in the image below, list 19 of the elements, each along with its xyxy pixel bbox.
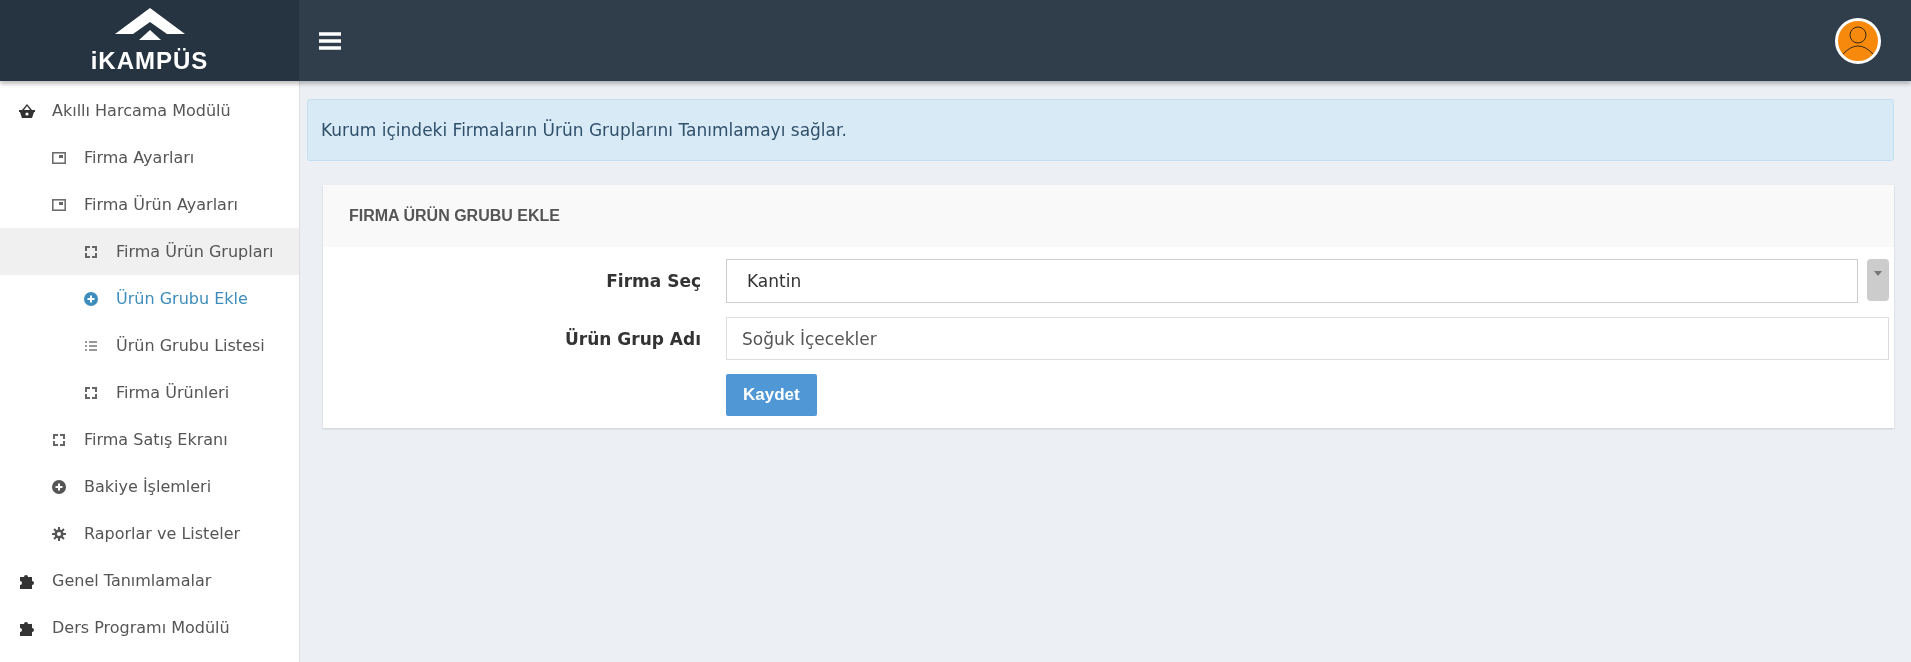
sidebar-item[interactable]: Akıllı Harcama Modülü [0, 87, 299, 134]
sidebar-item[interactable]: Ürün Grubu Ekle [0, 275, 299, 322]
info-alert: Kurum içindeki Firmaların Ürün Gruplarını Tanımlamayı sağlar. [307, 99, 1894, 161]
sidebar-item[interactable]: Firma Ürün Ayarları [0, 181, 299, 228]
sidebar-item[interactable]: Genel Tanımlamalar [0, 557, 299, 604]
sidebar-item[interactable]: Ürün Grubu Listesi [0, 322, 299, 369]
card-title: FIRMA ÜRÜN GRUBU EKLE [323, 185, 1894, 247]
field-label: Firma Seç [605, 271, 702, 291]
sidebar-item[interactable]: Firma Satış Ekranı [0, 416, 299, 463]
input-field[interactable]: Soğuk İçecekler [726, 317, 1889, 360]
sidebar-item[interactable]: Raporlar ve Listeler [0, 510, 299, 557]
sidebar-item[interactable]: Firma Ürün Grupları [0, 228, 299, 275]
sidebar-item[interactable]: Firma Ayarları [0, 134, 299, 181]
sidebar-item[interactable]: Firma Ürünleri [0, 369, 299, 416]
logo-text: iKAMPÜS [90, 47, 209, 74]
field-label: Ürün Grup Adı [564, 328, 702, 349]
sidebar-item[interactable]: Ders Programı Modülü [0, 604, 299, 651]
sidebar-item[interactable]: Bakiye İşlemleri [0, 463, 299, 510]
select-field[interactable]: Kantin [726, 259, 1858, 303]
